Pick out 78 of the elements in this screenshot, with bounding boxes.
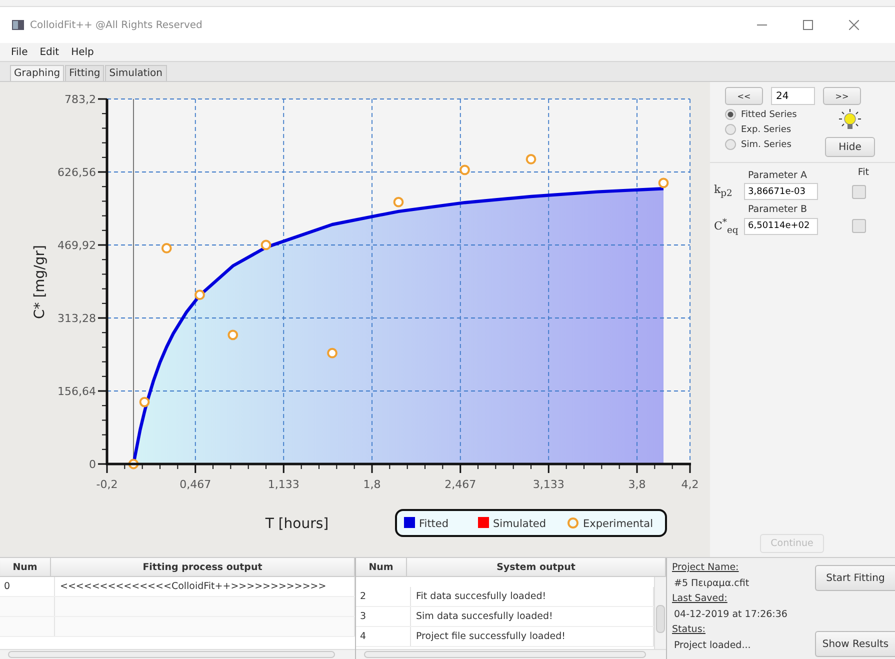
y-tick-label: 783,2 (64, 93, 96, 106)
window-title: ColloidFit++ @All Rights Reserved (30, 20, 202, 30)
table-cell: 3 (356, 607, 411, 626)
radio-button[interactable] (725, 109, 736, 120)
close-icon[interactable] (849, 20, 859, 30)
radio-button[interactable] (725, 124, 736, 135)
parameter-caption: Parameter A (747, 170, 807, 181)
x-tick-label: 0,467 (180, 478, 212, 491)
light-bulb-icon (839, 109, 861, 131)
data-point (526, 154, 536, 164)
data-point (260, 240, 272, 250)
legend-label: Simulated (493, 518, 546, 530)
tab[interactable]: Simulation (105, 65, 167, 81)
data-point (658, 178, 669, 188)
info-value: #5 Πειραμα.cfit (673, 577, 750, 591)
x-tick-label: -0,2 (96, 478, 118, 491)
column-header[interactable]: Num (0, 558, 51, 576)
vertical-scrollbar[interactable] (654, 577, 666, 649)
y-tick-label: 626,56 (58, 166, 96, 179)
column-header[interactable]: Fitting process output (51, 558, 355, 576)
horizontal-scrollbar[interactable] (356, 649, 666, 659)
x-axis-title: T [hours] (265, 516, 329, 532)
parameter-field[interactable]: 3,86671e-03 (744, 183, 818, 200)
info-label: Last Saved: (672, 592, 728, 606)
menu-item[interactable]: Edit (40, 46, 60, 58)
x-tick-label: 3,133 (532, 478, 564, 491)
data-point (228, 330, 238, 340)
x-tick-label: 3,8 (628, 478, 646, 491)
column-header[interactable]: Num (356, 558, 407, 576)
parameter-field[interactable]: 6,50114e+02 (744, 218, 818, 235)
menu-item[interactable]: Help (71, 46, 94, 58)
fit-checkbox[interactable] (852, 219, 866, 234)
x-tick-label: 1,8 (363, 478, 381, 491)
y-tick-label: 0 (89, 458, 96, 471)
table-cell: 4 (356, 627, 411, 646)
table-cell: 2 (356, 587, 411, 606)
radio-label[interactable]: Exp. Series (741, 124, 792, 134)
info-label: Status: (672, 623, 706, 637)
x-tick-label: 2,467 (444, 478, 476, 491)
index-field[interactable]: 24 (771, 87, 815, 105)
maximize-icon[interactable] (803, 20, 813, 30)
radio-button[interactable] (725, 139, 736, 150)
info-value: Project loaded... (673, 639, 752, 653)
start-fitting-button[interactable]: Start Fitting (815, 565, 895, 591)
data-point (460, 164, 470, 176)
column-header[interactable]: System output (407, 558, 666, 576)
radio-label[interactable]: Fitted Series (741, 110, 797, 120)
legend-label: Fitted (419, 518, 449, 530)
data-point (327, 348, 338, 358)
parameter-caption: Parameter B (747, 204, 807, 215)
table-cell: 0 (0, 577, 55, 596)
app-icon (12, 20, 24, 30)
previous-button[interactable]: << (725, 87, 763, 105)
data-point (393, 196, 404, 208)
y-axis-title: C* [mg/gr] (32, 244, 48, 320)
table-cell: <<<<<<<<<<<<<<ColloidFit++>>>>>>>>>>>> (55, 577, 355, 596)
fit-header: Fit (858, 167, 869, 178)
info-value: 04-12-2019 at 17:26:36 (673, 608, 788, 622)
y-tick-label: 469,92 (58, 239, 96, 252)
horizontal-scrollbar[interactable] (0, 649, 355, 659)
info-label: Project Name: (672, 561, 740, 575)
tab[interactable]: Graphing (10, 65, 64, 81)
menu-item[interactable]: File (11, 46, 28, 58)
show-results-button[interactable]: Show Results (815, 631, 895, 657)
legend-label: Experimental (583, 518, 654, 530)
y-tick-label: 313,28 (58, 312, 96, 325)
radio-label[interactable]: Sim. Series (741, 140, 792, 150)
parameter-symbol: k$_{p2}$ (714, 183, 734, 200)
fit-checkbox[interactable] (852, 184, 866, 198)
y-tick-label: 156,64 (58, 385, 96, 398)
next-button[interactable]: >> (823, 87, 861, 105)
x-tick-label: 1,133 (268, 478, 300, 491)
data-point (139, 396, 150, 408)
tab[interactable]: Fitting (65, 65, 104, 81)
data-point (161, 243, 172, 254)
data-point (194, 290, 205, 300)
x-tick-label: 4,2 (681, 478, 699, 491)
hide-button[interactable]: Hide (825, 137, 875, 157)
